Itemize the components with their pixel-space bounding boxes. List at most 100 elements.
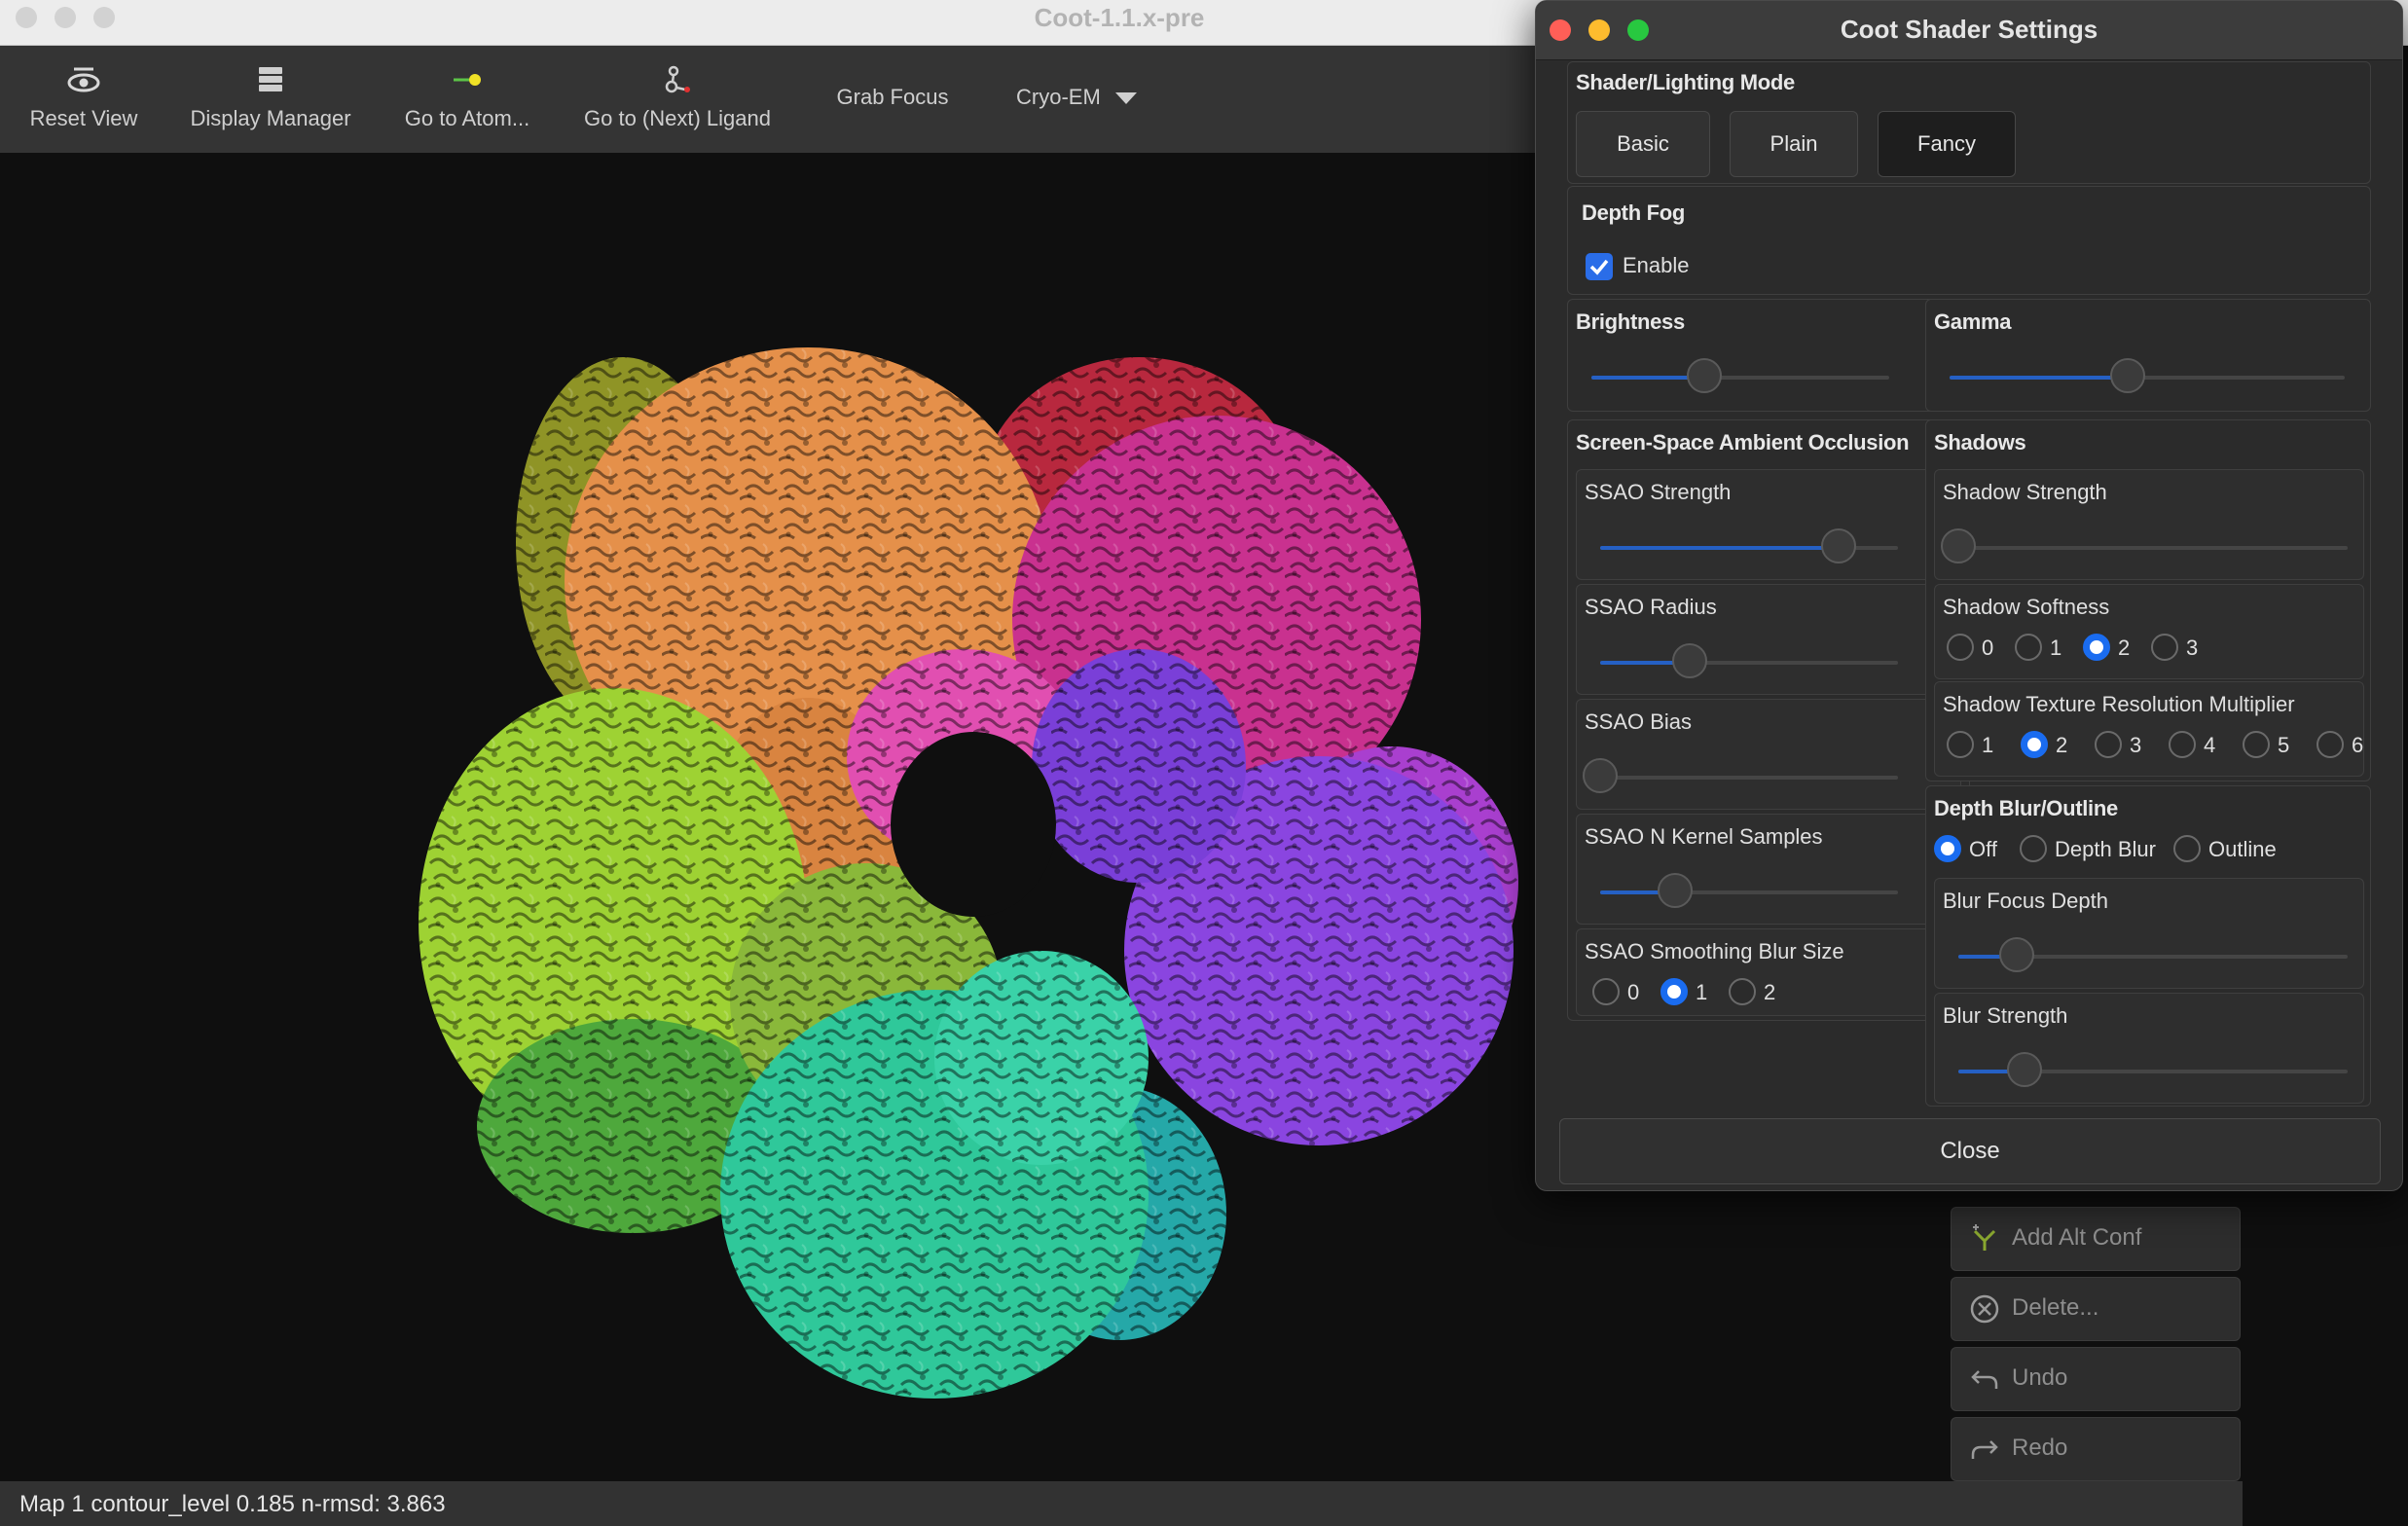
ssao-kernel-samples-label: SSAO N Kernel Samples	[1585, 824, 1823, 849]
redo-icon	[1969, 1434, 2000, 1465]
radio-option[interactable]	[2169, 731, 2196, 758]
radio-option-label: 1	[1696, 980, 1708, 1004]
delete-icon	[1969, 1293, 2000, 1325]
radio-option[interactable]	[2015, 634, 2042, 661]
slider-knob[interactable]	[2109, 358, 2145, 393]
status-text: Map 1 contour_level 0.185 n-rmsd: 3.863	[19, 1491, 446, 1517]
radio-option[interactable]	[1592, 978, 1620, 1005]
shader-settings-dialog: Coot Shader Settings Shader/Lighting Mod…	[1535, 0, 2403, 1191]
slider-knob[interactable]	[1687, 358, 1723, 393]
cryo-em-menu[interactable]: Cryo-EM	[1004, 46, 1150, 153]
brightness-frame: Brightness	[1567, 299, 1970, 412]
blur-strength-label: Blur Strength	[1943, 1003, 2068, 1028]
radio-option-label: 0	[1627, 980, 1640, 1004]
slider-knob[interactable]	[1999, 937, 2034, 972]
main-toolbar: Reset View Display Manager Go to Atom...…	[0, 46, 1557, 153]
lighting-mode-frame: Shader/Lighting Mode Basic Plain Fancy	[1567, 61, 2371, 184]
delete-label: Delete...	[2012, 1294, 2099, 1321]
basic-mode-button[interactable]: Basic	[1576, 111, 1710, 177]
plain-mode-button[interactable]: Plain	[1730, 111, 1858, 177]
radio-option-label: 6	[2352, 733, 2364, 757]
radio-option[interactable]	[1729, 978, 1756, 1005]
alt-conf-icon	[1969, 1223, 2000, 1254]
brightness-slider[interactable]	[1591, 358, 1889, 393]
go-to-atom-label: Go to Atom...	[404, 106, 530, 130]
slider-knob[interactable]	[2007, 1052, 2042, 1087]
depth-blur-frame: Depth Blur/Outline Blur Focus Depth Blur S…	[1925, 785, 2371, 1107]
reset-view-button[interactable]: Reset View	[14, 46, 154, 153]
slider-knob[interactable]	[1671, 643, 1707, 678]
radio-option[interactable]	[2317, 731, 2344, 758]
go-to-ligand-label: Go to (Next) Ligand	[584, 106, 771, 130]
lighting-mode-title: Shader/Lighting Mode	[1576, 70, 1795, 94]
grab-focus-label: Grab Focus	[836, 85, 949, 109]
close-button[interactable]: Close	[1559, 1118, 2381, 1184]
fancy-mode-button[interactable]: Fancy	[1878, 111, 2016, 177]
delete-button[interactable]: Delete...	[1951, 1277, 2241, 1341]
radio-option-label: 1	[2050, 636, 2062, 660]
ssao-radius-slider[interactable]	[1600, 643, 1898, 678]
density-blob-purple-upper	[1032, 649, 1246, 883]
go-to-atom-button[interactable]: Go to Atom...	[393, 46, 541, 153]
slider-knob[interactable]	[1657, 873, 1693, 908]
dialog-title: Coot Shader Settings	[1840, 15, 2098, 44]
radio-option-label: Off	[1969, 837, 1997, 861]
chevron-down-icon	[1115, 92, 1137, 104]
atom-icon	[448, 63, 487, 96]
radio-option[interactable]	[2083, 634, 2110, 661]
display-manager-button[interactable]: Display Manager	[181, 46, 360, 153]
gamma-slider[interactable]	[1950, 358, 2345, 393]
ligand-icon	[658, 63, 697, 96]
ssao-bias-slider[interactable]	[1583, 758, 1898, 793]
radio-option[interactable]	[1660, 978, 1688, 1005]
slider-knob[interactable]	[1820, 528, 1856, 563]
redo-button[interactable]: Redo	[1951, 1417, 2241, 1481]
radio-option[interactable]	[1934, 835, 1961, 862]
radio-option[interactable]	[2243, 731, 2270, 758]
dialog-titlebar: Coot Shader Settings	[1536, 1, 2402, 60]
radio-option[interactable]	[2021, 731, 2048, 758]
ssao-radius-box: SSAO Radius	[1576, 584, 1961, 695]
ssao-bias-box: SSAO Bias	[1576, 699, 1961, 810]
radio-option-label: 5	[2278, 733, 2290, 757]
add-alt-conf-button[interactable]: Add Alt Conf	[1951, 1207, 2241, 1271]
shadows-frame: Shadows Shadow Strength Shadow Softness 0 1 2…	[1925, 419, 2371, 781]
radio-option[interactable]	[2020, 835, 2047, 862]
radio-option[interactable]	[1947, 634, 1974, 661]
radio-option-label: 2	[2056, 733, 2068, 757]
ssao-kernel-samples-slider[interactable]	[1600, 873, 1898, 908]
undo-icon	[1969, 1363, 2000, 1395]
blur-strength-slider[interactable]	[1958, 1052, 2348, 1087]
grab-focus-button[interactable]: Grab Focus	[829, 46, 956, 153]
gamma-frame: Gamma	[1925, 299, 2371, 412]
radio-option-label: 3	[2130, 733, 2142, 757]
gamma-title: Gamma	[1934, 309, 2012, 334]
slider-knob[interactable]	[1941, 528, 1976, 563]
depth-fog-title: Depth Fog	[1582, 200, 1686, 225]
radio-option[interactable]	[1947, 731, 1974, 758]
radio-option-label: 2	[2118, 636, 2131, 660]
radio-option-label: 1	[1982, 733, 1994, 757]
central-channel	[891, 732, 1056, 917]
go-to-ligand-button[interactable]: Go to (Next) Ligand	[578, 46, 777, 153]
ssao-strength-slider[interactable]	[1600, 528, 1898, 563]
fog-enable-label: Enable	[1623, 253, 1690, 277]
density-blob-teal-upper	[934, 951, 1149, 1165]
ssao-strength-label: SSAO Strength	[1585, 480, 1732, 504]
radio-option[interactable]	[2095, 731, 2122, 758]
redo-label: Redo	[2012, 1435, 2068, 1461]
radio-option[interactable]	[2173, 835, 2201, 862]
radio-option[interactable]	[2151, 634, 2178, 661]
blur-focus-slider[interactable]	[1958, 937, 2348, 972]
radio-option-label: 2	[1764, 980, 1776, 1004]
undo-button[interactable]: Undo	[1951, 1347, 2241, 1411]
blur-focus-label: Blur Focus Depth	[1943, 889, 2108, 913]
shadow-strength-slider[interactable]	[1941, 528, 2348, 563]
radio-option-label: 0	[1982, 636, 1994, 660]
slider-knob[interactable]	[1583, 758, 1618, 793]
shadow-softness-label: Shadow Softness	[1943, 595, 2110, 619]
ssao-blur-box: SSAO Smoothing Blur Size 0 1 2	[1576, 928, 1961, 1016]
fog-enable-checkbox[interactable]	[1586, 253, 1613, 280]
radio-option-label: Depth Blur	[2055, 837, 2156, 861]
undo-label: Undo	[2012, 1364, 2068, 1391]
